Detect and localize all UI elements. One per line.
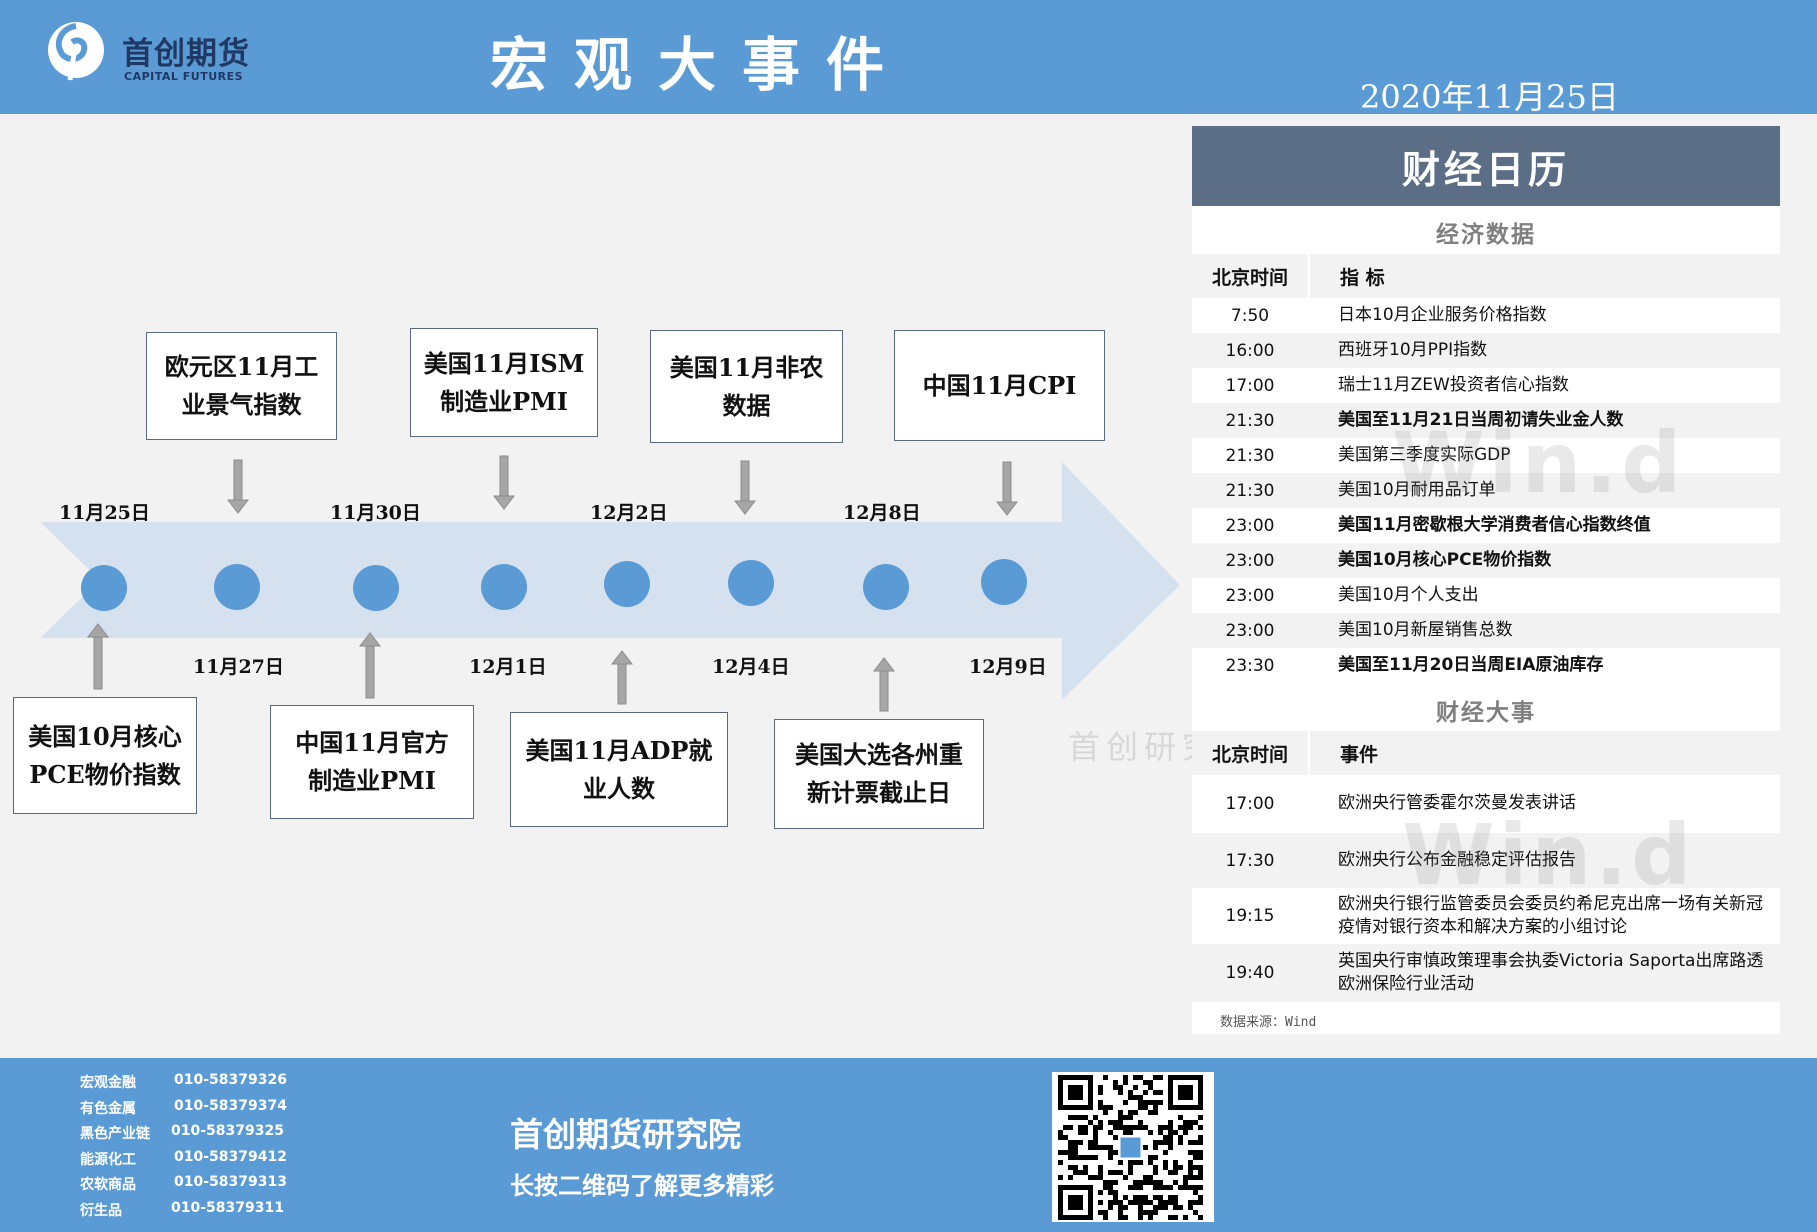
data-source: 数据来源：Wind <box>1220 1015 1317 1030</box>
econ-row-indicator: 美国10月新屋销售总数 <box>1338 620 1513 640</box>
contact-dept: 黑色产业链 <box>80 1126 150 1142</box>
contact-phone: 010-58379311 <box>171 1199 284 1216</box>
watermark-wind: Win.d <box>1392 414 1686 512</box>
calendar-panel: 财经日历 经济数据 北京时间 指 标 7:50 日本10月企业服务价格指数 16:0… <box>1192 126 1780 1034</box>
timeline-date: 12月9日 <box>969 656 1047 678</box>
down-arrow-icon <box>995 461 1019 516</box>
econ-section-title: 经济数据 <box>1436 221 1536 248</box>
down-arrow-icon <box>226 459 250 514</box>
contact-dept: 有色金属 <box>80 1100 136 1117</box>
timeline-dot <box>81 565 127 611</box>
contact-dept: 能源化工 <box>80 1151 136 1168</box>
econ-row-indicator: 西班牙10月PPI指数 <box>1338 340 1488 360</box>
timeline-date: 11月27日 <box>193 656 284 678</box>
up-arrow-icon <box>358 632 382 699</box>
event-box: 美国10月核心 PCE物价指数 <box>13 697 197 814</box>
econ-row-time: 23:00 <box>1225 515 1275 536</box>
econ-row: 23:30 美国至11月20日当周EIA原油库存 <box>1192 648 1780 683</box>
econ-row: 16:00 西班牙10月PPI指数 <box>1192 333 1780 368</box>
contact-phone: 010-58379313 <box>174 1174 287 1190</box>
econ-row-time: 16:00 <box>1225 340 1275 361</box>
timeline-date: 11月30日 <box>330 502 421 524</box>
econ-row-time: 17:00 <box>1225 375 1275 396</box>
econ-row-indicator: 美国11月密歇根大学消费者信心指数终值 <box>1338 515 1651 535</box>
econ-row-time: 21:30 <box>1225 410 1275 431</box>
timeline-date: 12月2日 <box>590 502 668 524</box>
econ-row-indicator: 瑞士11月ZEW投资者信心指数 <box>1338 375 1569 395</box>
events-section-title: 财经大事 <box>1436 699 1536 726</box>
econ-row-time: 7:50 <box>1230 305 1270 326</box>
contact-dept: 农软商品 <box>80 1177 136 1193</box>
event-box: 欧元区11月工 业景气指数 <box>146 332 337 440</box>
contact-dept: 宏观金融 <box>80 1075 136 1091</box>
watermark-wind: Win.d <box>1402 806 1696 904</box>
event-row-desc: 英国央行审慎政策理事会执委Victoria Saporta出席路透欧洲保险行业活… <box>1338 951 1764 994</box>
event-box: 中国11月CPI <box>894 330 1105 441</box>
econ-row-indicator: 日本10月企业服务价格指数 <box>1338 305 1547 325</box>
footer-institute-name: 首创期货研究院 <box>510 1115 741 1154</box>
timeline-date: 12月1日 <box>469 656 547 678</box>
econ-row-time: 23:30 <box>1225 655 1275 676</box>
qr-code-icon[interactable] <box>1052 1072 1214 1222</box>
timeline-date: 12月4日 <box>712 656 790 678</box>
timeline-dot <box>728 560 774 606</box>
contact-dept: 衍生品 <box>80 1202 122 1219</box>
event-row: 19:40 英国央行审慎政策理事会执委Victoria Saporta出席路透欧洲… <box>1192 944 1780 1002</box>
event-box: 美国11月非农 数据 <box>650 330 843 443</box>
econ-row-time: 23:00 <box>1225 550 1275 571</box>
event-box: 美国大选各州重 新计票截止日 <box>774 719 984 829</box>
col-event-header: 事件 <box>1308 731 1378 775</box>
timeline-dot <box>481 564 527 610</box>
timeline-date: 12月8日 <box>843 502 921 524</box>
report-date: 2020年11月25日 <box>1360 78 1619 116</box>
econ-row-time: 23:00 <box>1225 620 1275 641</box>
contact-phone: 010-58379325 <box>171 1123 284 1139</box>
event-row-time: 19:15 <box>1225 906 1275 926</box>
calendar-title: 财经日历 <box>1192 126 1780 206</box>
econ-row-time: 21:30 <box>1225 480 1275 501</box>
contact-phone: 010-58379374 <box>174 1097 287 1114</box>
events-table-header: 北京时间 事件 <box>1192 731 1780 775</box>
timeline-dot <box>604 561 650 607</box>
timeline-date: 11月25日 <box>59 502 150 524</box>
event-box: 美国11月ISM 制造业PMI <box>410 328 598 437</box>
econ-row-time: 21:30 <box>1225 445 1275 466</box>
econ-row-indicator: 美国10月个人支出 <box>1338 585 1479 605</box>
up-arrow-icon <box>872 657 896 712</box>
econ-row-indicator: 美国至11月20日当周EIA原油库存 <box>1338 655 1604 675</box>
econ-row: 17:00 瑞士11月ZEW投资者信心指数 <box>1192 368 1780 403</box>
col-time-header: 北京时间 <box>1211 743 1288 766</box>
footer-slogan: 长按二维码了解更多精彩 <box>510 1172 774 1200</box>
event-box: 美国11月ADP就 业人数 <box>510 712 728 827</box>
timeline-dot <box>863 564 909 610</box>
event-box: 中国11月官方 制造业PMI <box>270 705 474 819</box>
event-row-time: 19:40 <box>1225 963 1275 983</box>
contact-phone: 010-58379412 <box>174 1148 287 1165</box>
down-arrow-icon <box>733 460 757 515</box>
econ-row: 7:50 日本10月企业服务价格指数 <box>1192 298 1780 333</box>
econ-row: 23:00 美国10月新屋销售总数 <box>1192 613 1780 648</box>
econ-row: 23:00 美国10月核心PCE物价指数 <box>1192 543 1780 578</box>
timeline-dot <box>353 565 399 611</box>
timeline-graphic <box>40 455 1180 712</box>
col-indicator-header: 指 标 <box>1308 254 1385 298</box>
econ-row-indicator: 美国10月核心PCE物价指数 <box>1338 550 1552 570</box>
event-row-time: 17:00 <box>1225 793 1275 814</box>
up-arrow-icon <box>610 650 634 705</box>
up-arrow-icon <box>86 623 110 690</box>
contact-phone: 010-58379326 <box>174 1072 287 1088</box>
econ-table-header: 北京时间 指 标 <box>1192 254 1780 298</box>
event-row-time: 17:30 <box>1225 850 1275 871</box>
timeline-dot <box>214 564 260 610</box>
col-time-header: 北京时间 <box>1211 266 1288 289</box>
timeline-dot <box>981 559 1027 605</box>
econ-row: 23:00 美国10月个人支出 <box>1192 578 1780 613</box>
econ-row: 23:00 美国11月密歇根大学消费者信心指数终值 <box>1192 508 1780 543</box>
down-arrow-icon <box>492 455 516 510</box>
econ-row-time: 23:00 <box>1225 585 1275 606</box>
